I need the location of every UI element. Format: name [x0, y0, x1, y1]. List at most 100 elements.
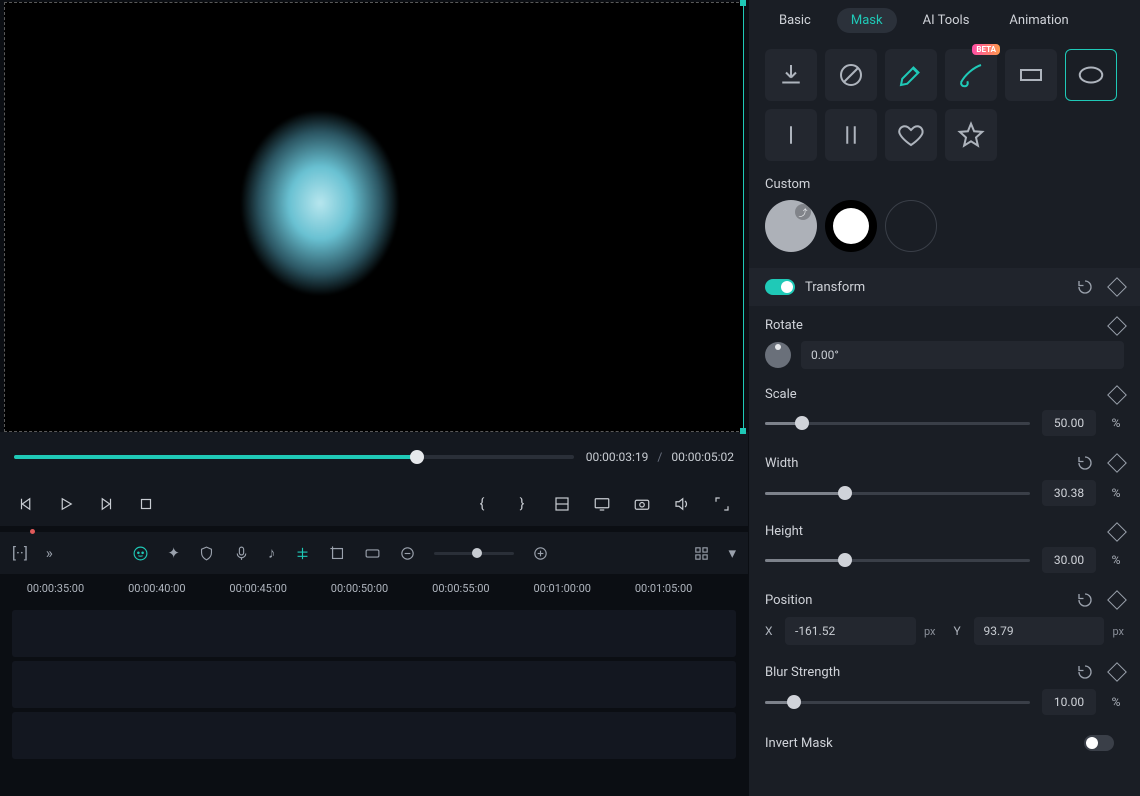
- mask-single-line-button[interactable]: [765, 109, 817, 161]
- blur-slider[interactable]: [765, 701, 1030, 704]
- position-label: Position: [765, 593, 1064, 608]
- scale-keyframe-button[interactable]: [1107, 385, 1127, 405]
- custom-mask-upload[interactable]: ⤴: [765, 200, 817, 252]
- next-frame-button[interactable]: [94, 492, 118, 516]
- zoom-out-icon[interactable]: [399, 545, 416, 562]
- position-x-input[interactable]: -161.52: [785, 617, 916, 645]
- width-slider[interactable]: [765, 492, 1030, 495]
- position-y-input[interactable]: 93.79: [974, 617, 1105, 645]
- seek-handle[interactable]: [410, 450, 424, 464]
- custom-mask-circle[interactable]: [825, 200, 877, 252]
- height-label: Height: [765, 524, 1094, 539]
- cut-tool-icon[interactable]: [294, 545, 311, 562]
- timeline-toolbar: [··] » ✦ ♪ ▾: [0, 532, 748, 574]
- custom-mask-empty[interactable]: [885, 200, 937, 252]
- caption-icon[interactable]: [364, 545, 381, 562]
- expand-icon[interactable]: »: [46, 544, 53, 562]
- preview-viewport[interactable]: [4, 2, 744, 432]
- transform-toggle[interactable]: [765, 279, 795, 295]
- ruler-label: 00:00:55:00: [432, 582, 489, 595]
- snapshot-icon[interactable]: [630, 492, 654, 516]
- blur-unit: %: [1108, 695, 1124, 709]
- mask-brush-button[interactable]: BETA: [945, 49, 997, 101]
- invert-mask-toggle[interactable]: [1084, 735, 1114, 751]
- stop-button[interactable]: [134, 492, 158, 516]
- music-note-icon[interactable]: ♪: [268, 544, 276, 562]
- time-current: 00:00:03:19: [586, 450, 649, 464]
- fullscreen-icon[interactable]: [710, 492, 734, 516]
- position-y-unit: px: [1112, 625, 1124, 638]
- track-row[interactable]: [12, 712, 736, 759]
- ruler-label: 00:01:00:00: [534, 582, 591, 595]
- prev-frame-button[interactable]: [14, 492, 38, 516]
- tab-ai-tools[interactable]: AI Tools: [909, 8, 984, 33]
- blur-keyframe-button[interactable]: [1107, 662, 1127, 682]
- zoom-in-icon[interactable]: [532, 545, 549, 562]
- resize-handle-topright[interactable]: [740, 0, 746, 6]
- ai-avatar-icon[interactable]: [132, 545, 149, 562]
- time-display: 00:00:03:19 / 00:00:05:02: [586, 450, 734, 464]
- rotate-knob[interactable]: [765, 342, 791, 368]
- mask-rectangle-button[interactable]: [1005, 49, 1057, 101]
- mask-none-button[interactable]: [825, 49, 877, 101]
- seek-bar[interactable]: [14, 455, 574, 459]
- resize-handle-bottomright[interactable]: [740, 428, 746, 434]
- sparkle-icon[interactable]: ✦: [167, 544, 180, 562]
- scale-property: Scale 50.00 %: [765, 387, 1124, 436]
- position-reset-button[interactable]: [1076, 591, 1094, 609]
- scale-unit: %: [1108, 416, 1124, 430]
- scale-value-input[interactable]: 50.00: [1042, 410, 1096, 436]
- custom-mask-row: ⤴: [749, 200, 1140, 268]
- blur-reset-button[interactable]: [1076, 663, 1094, 681]
- safe-zone-icon[interactable]: [550, 492, 574, 516]
- zoom-slider[interactable]: [434, 552, 514, 555]
- track-row[interactable]: [12, 661, 736, 708]
- transform-keyframe-button[interactable]: [1107, 277, 1127, 297]
- volume-icon[interactable]: [670, 492, 694, 516]
- view-caret-icon[interactable]: ▾: [728, 544, 736, 562]
- bracket-tool-icon[interactable]: [··]: [12, 544, 28, 562]
- zoom-slider-handle[interactable]: [472, 548, 482, 558]
- position-x-unit: px: [924, 625, 936, 638]
- timeline-tracks[interactable]: [0, 606, 748, 796]
- track-row[interactable]: [12, 610, 736, 657]
- view-grid-icon[interactable]: [693, 545, 710, 562]
- height-keyframe-button[interactable]: [1107, 522, 1127, 542]
- display-icon[interactable]: [590, 492, 614, 516]
- height-unit: %: [1108, 553, 1124, 567]
- rotate-value-input[interactable]: 0.00°: [801, 341, 1124, 369]
- ruler-label: 00:00:50:00: [331, 582, 388, 595]
- marker-in-icon[interactable]: {: [470, 492, 494, 516]
- beta-badge: BETA: [972, 44, 1000, 55]
- shield-icon[interactable]: [198, 545, 215, 562]
- mask-double-line-button[interactable]: [825, 109, 877, 161]
- rotate-property: Rotate 0.00°: [765, 318, 1124, 369]
- position-keyframe-button[interactable]: [1107, 590, 1127, 610]
- timeline-ruler[interactable]: 00:00:35:00 00:00:40:00 00:00:45:00 00:0…: [0, 574, 748, 606]
- mask-import-button[interactable]: [765, 49, 817, 101]
- width-keyframe-button[interactable]: [1107, 453, 1127, 473]
- mask-preview-shape[interactable]: [200, 63, 440, 343]
- tab-mask[interactable]: Mask: [837, 8, 897, 33]
- width-reset-button[interactable]: [1076, 454, 1094, 472]
- play-button[interactable]: [54, 492, 78, 516]
- crop-icon[interactable]: [329, 545, 346, 562]
- rotate-keyframe-button[interactable]: [1107, 316, 1127, 336]
- height-slider[interactable]: [765, 559, 1030, 562]
- tab-basic[interactable]: Basic: [765, 8, 825, 33]
- scale-slider[interactable]: [765, 422, 1030, 425]
- mask-pen-button[interactable]: [885, 49, 937, 101]
- tab-animation[interactable]: Animation: [995, 8, 1082, 33]
- width-value-input[interactable]: 30.38: [1042, 480, 1096, 506]
- transform-reset-button[interactable]: [1076, 278, 1094, 296]
- mask-ellipse-button[interactable]: [1065, 49, 1117, 101]
- marker-out-icon[interactable]: }: [510, 492, 534, 516]
- height-value-input[interactable]: 30.00: [1042, 547, 1096, 573]
- mask-star-button[interactable]: [945, 109, 997, 161]
- transport-buttons: { }: [0, 482, 748, 526]
- ruler-label: 00:00:45:00: [229, 582, 286, 595]
- blur-value-input[interactable]: 10.00: [1042, 689, 1096, 715]
- mask-heart-button[interactable]: [885, 109, 937, 161]
- microphone-icon[interactable]: [233, 545, 250, 562]
- custom-section-label: Custom: [749, 173, 1140, 200]
